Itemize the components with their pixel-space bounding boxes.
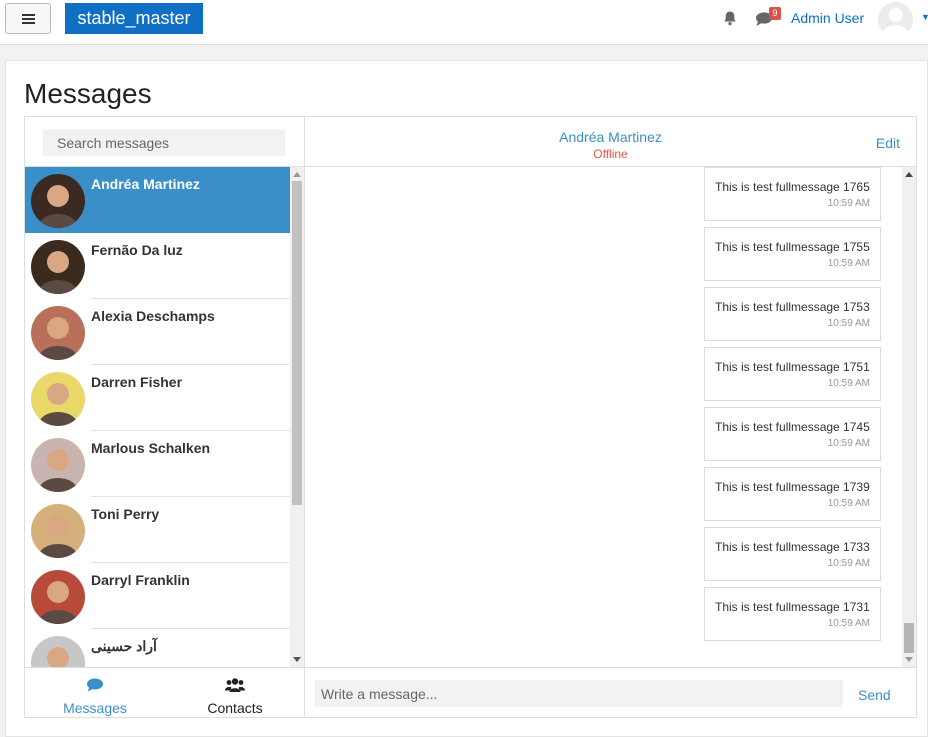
messaging-container: Andréa Martinez Fernão Da luz Alexia Desch…: [24, 116, 917, 718]
site-brand-link[interactable]: stable_master: [65, 3, 203, 34]
message-text: This is test fullmessage 1755: [715, 240, 870, 254]
message-time: 10:59 AM: [827, 438, 870, 449]
speech-bubble-icon: [87, 678, 103, 692]
message-time: 10:59 AM: [827, 378, 870, 389]
message-time: 10:59 AM: [827, 618, 870, 629]
contact-item[interactable]: Toni Perry: [25, 497, 290, 563]
default-user-icon: [882, 8, 909, 37]
contact-name: Alexia Deschamps: [91, 308, 215, 324]
contact-item[interactable]: Marlous Schalken: [25, 431, 290, 497]
person-avatar-icon: [31, 174, 85, 228]
message-bubble[interactable]: This is test fullmessage 1731 10:59 AM: [704, 587, 881, 641]
edit-button[interactable]: Edit: [876, 135, 900, 151]
message-input[interactable]: [315, 680, 843, 707]
message-time: 10:59 AM: [827, 198, 870, 209]
hamburger-line: [22, 22, 35, 24]
contact-item[interactable]: Alexia Deschamps: [25, 299, 290, 365]
scroll-down-arrow-icon[interactable]: [293, 657, 301, 662]
message-text: This is test fullmessage 1745: [715, 420, 870, 434]
chevron-down-icon[interactable]: ▼: [921, 12, 928, 22]
user-avatar[interactable]: [878, 2, 913, 37]
contact-avatar: [31, 240, 85, 294]
search-messages-input[interactable]: [43, 129, 285, 156]
message-time: 10:59 AM: [827, 558, 870, 569]
person-avatar-icon: [31, 306, 85, 360]
contact-avatar: [31, 636, 85, 667]
contact-avatar: [31, 504, 85, 558]
contact-list: Andréa Martinez Fernão Da luz Alexia Desch…: [25, 167, 290, 667]
contact-avatar: [31, 438, 85, 492]
contact-name: Fernão Da luz: [91, 242, 183, 258]
menu-toggle-button[interactable]: [5, 3, 51, 34]
contact-item[interactable]: Darryl Franklin: [25, 563, 290, 629]
user-menu-name[interactable]: Admin User: [791, 10, 864, 26]
compose-area: Send: [305, 667, 916, 717]
panel-tabs: Messages Contacts: [25, 667, 304, 717]
contact-item[interactable]: Andréa Martinez: [25, 167, 290, 233]
page-content: Messages Andréa Martinez Fernão Da luz Ale…: [5, 60, 928, 737]
message-text: This is test fullmessage 1753: [715, 300, 870, 314]
person-avatar-icon: [31, 240, 85, 294]
hamburger-line: [22, 14, 35, 16]
notifications-bell-icon[interactable]: [722, 10, 738, 26]
message-text: This is test fullmessage 1765: [715, 180, 870, 194]
users-group-icon: [225, 678, 245, 692]
tab-messages-label: Messages: [63, 700, 127, 716]
message-time: 10:59 AM: [827, 318, 870, 329]
contact-name: Andréa Martinez: [91, 176, 200, 192]
hamburger-line: [22, 18, 35, 20]
conversation-panel: Andréa Martinez Offline Edit This is tes…: [305, 117, 916, 717]
message-bubble[interactable]: This is test fullmessage 1755 10:59 AM: [704, 227, 881, 281]
contact-avatar: [31, 570, 85, 624]
contact-item[interactable]: آراد حسینی: [25, 629, 290, 667]
tab-contacts-label: Contacts: [207, 700, 263, 716]
person-avatar-icon: [31, 570, 85, 624]
tab-contacts[interactable]: Contacts: [165, 668, 305, 718]
contact-item[interactable]: Fernão Da luz: [25, 233, 290, 299]
message-bubble[interactable]: This is test fullmessage 1739 10:59 AM: [704, 467, 881, 521]
message-text: This is test fullmessage 1751: [715, 360, 870, 374]
contact-avatar: [31, 372, 85, 426]
message-list: This is test fullmessage 1765 10:59 AM Thi…: [305, 167, 902, 667]
scroll-up-arrow-icon[interactable]: [293, 172, 301, 177]
message-time: 10:59 AM: [827, 258, 870, 269]
scroll-down-arrow-icon[interactable]: [905, 657, 913, 662]
top-navbar: stable_master 9 Admin User ▼: [0, 0, 928, 45]
message-time: 10:59 AM: [827, 498, 870, 509]
conversation-header: Andréa Martinez Offline Edit: [305, 117, 916, 167]
message-bubble[interactable]: This is test fullmessage 1753 10:59 AM: [704, 287, 881, 341]
message-bubble[interactable]: This is test fullmessage 1751 10:59 AM: [704, 347, 881, 401]
contact-name: Toni Perry: [91, 506, 160, 522]
send-button[interactable]: Send: [858, 687, 891, 703]
contact-status: Offline: [593, 147, 628, 161]
message-bubble[interactable]: This is test fullmessage 1765 10:59 AM: [704, 167, 881, 221]
person-avatar-icon: [31, 438, 85, 492]
person-avatar-icon: [31, 636, 85, 667]
contact-name: Darren Fisher: [91, 374, 183, 390]
tab-messages[interactable]: Messages: [25, 668, 165, 718]
message-text: This is test fullmessage 1731: [715, 600, 870, 614]
contact-avatar: [31, 306, 85, 360]
message-list-scrollbar[interactable]: [902, 167, 916, 667]
conversations-panel: Andréa Martinez Fernão Da luz Alexia Desch…: [25, 117, 305, 717]
message-text: This is test fullmessage 1739: [715, 480, 870, 494]
contact-item[interactable]: Darren Fisher: [25, 365, 290, 431]
scrollbar-thumb[interactable]: [904, 623, 914, 653]
contact-name: Marlous Schalken: [91, 440, 211, 456]
person-avatar-icon: [31, 504, 85, 558]
contact-avatar: [31, 174, 85, 228]
contact-name: Darryl Franklin: [91, 572, 190, 588]
page-title: Messages: [24, 78, 152, 109]
message-bubble[interactable]: This is test fullmessage 1745 10:59 AM: [704, 407, 881, 461]
message-count-badge: 9: [769, 7, 781, 20]
conversation-contact-name[interactable]: Andréa Martinez: [305, 129, 916, 145]
scroll-up-arrow-icon[interactable]: [905, 172, 913, 177]
scrollbar-thumb[interactable]: [292, 181, 302, 505]
contact-list-scrollbar[interactable]: [290, 167, 304, 667]
message-text: This is test fullmessage 1733: [715, 540, 870, 554]
contact-name: آراد حسینی: [91, 638, 157, 654]
search-container: [25, 117, 304, 167]
message-bubble[interactable]: This is test fullmessage 1733 10:59 AM: [704, 527, 881, 581]
person-avatar-icon: [31, 372, 85, 426]
